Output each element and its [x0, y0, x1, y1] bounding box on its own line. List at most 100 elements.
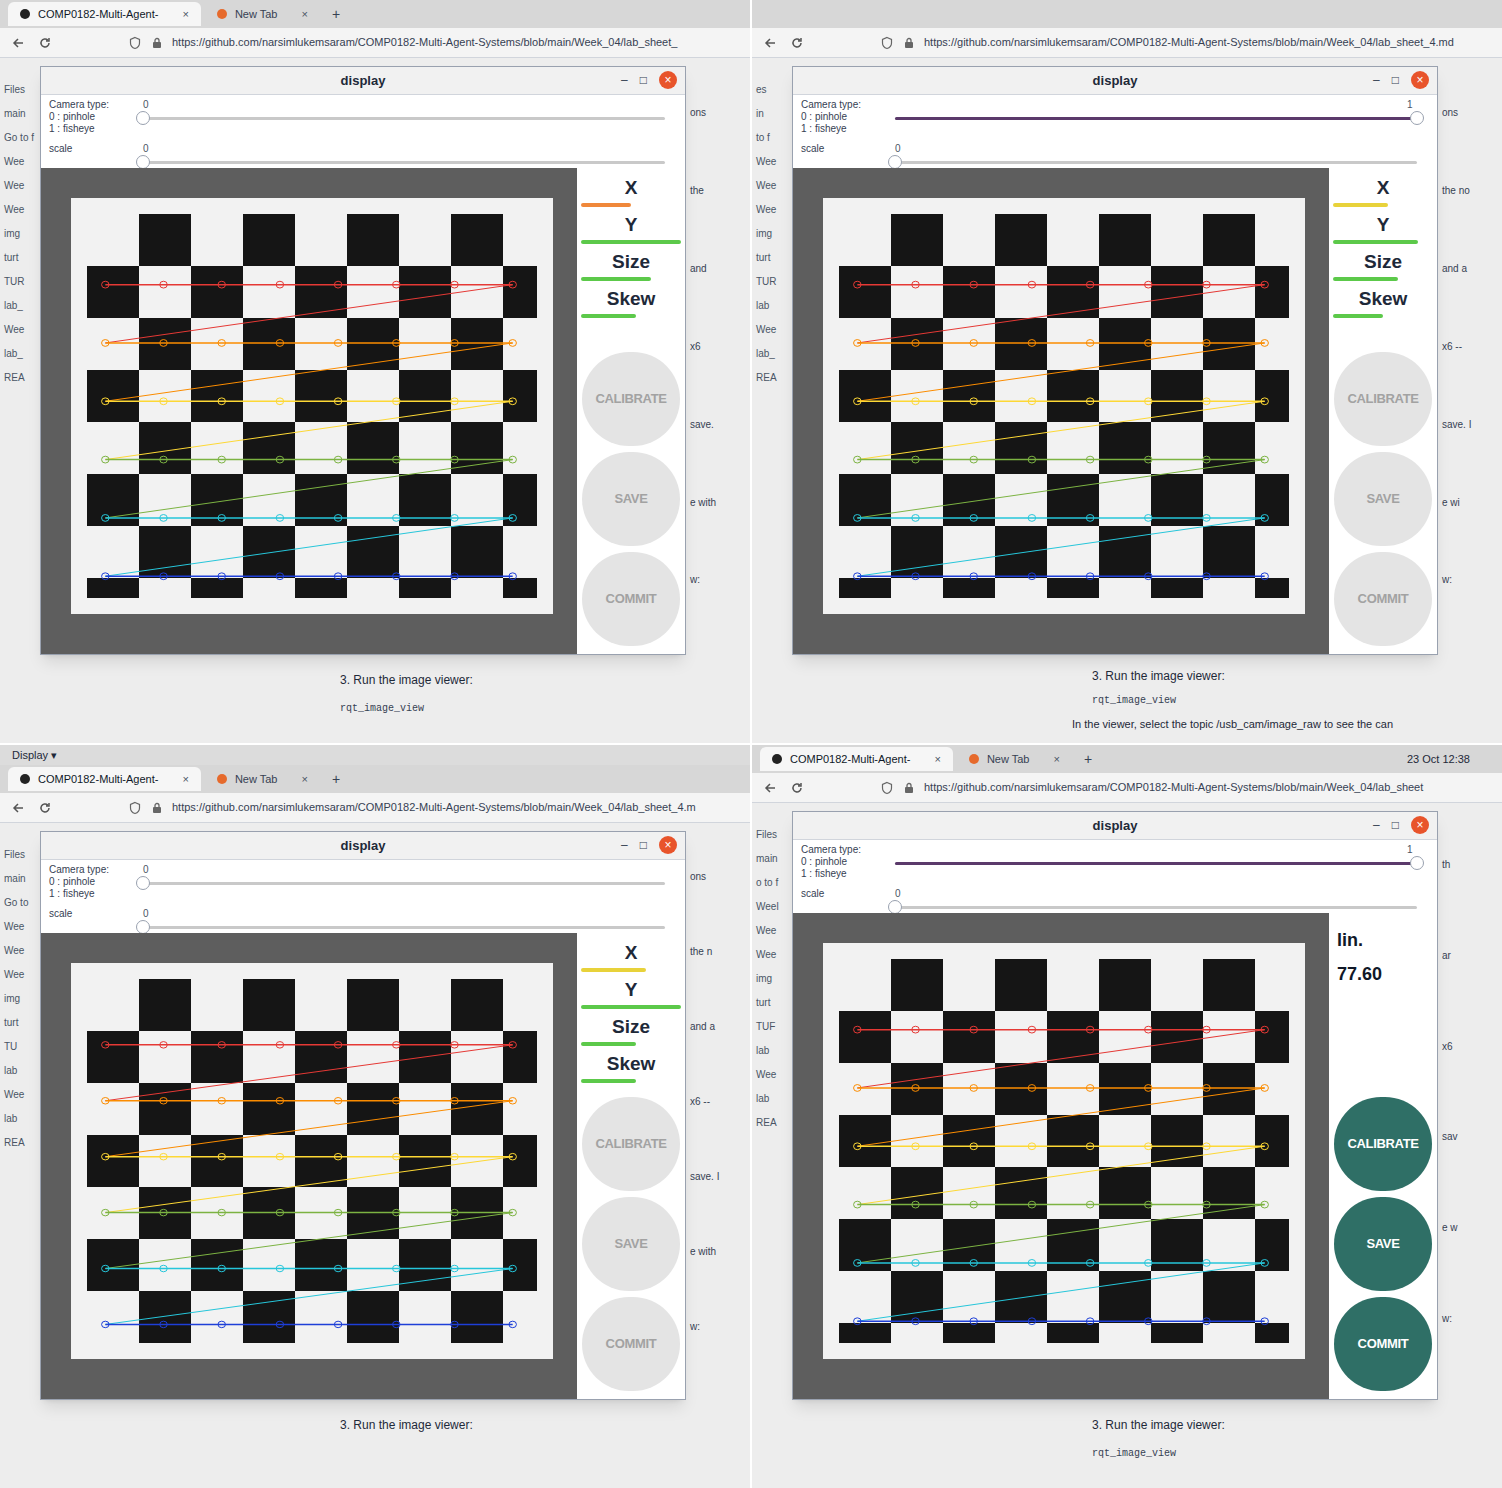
sidebar-item[interactable]: Weel [756, 899, 792, 914]
tab-close[interactable]: × [166, 6, 188, 23]
new-tab-button[interactable]: + [1076, 749, 1100, 770]
sidebar-item[interactable]: REA [756, 1115, 792, 1130]
sidebar-item[interactable]: main [4, 871, 40, 886]
sidebar-item[interactable]: Wee [4, 322, 40, 337]
slider-track[interactable] [895, 862, 1417, 865]
tab-close[interactable]: × [285, 6, 307, 23]
address-field[interactable]: https://github.com/narsimlukemsaram/COMP… [880, 779, 1423, 796]
sidebar-item[interactable]: Wee [4, 154, 40, 169]
sidebar-item[interactable]: turt [4, 250, 40, 265]
slider-knob[interactable] [1410, 111, 1424, 125]
slider-knob[interactable] [888, 900, 902, 914]
minimize-button[interactable]: – [1373, 71, 1380, 89]
reload-icon[interactable] [38, 36, 52, 50]
sidebar-item[interactable]: REA [4, 1135, 40, 1150]
sidebar-item[interactable]: Wee [4, 943, 40, 958]
sidebar-item[interactable]: Wee [756, 1067, 792, 1082]
sidebar-item[interactable]: Go to f [4, 130, 40, 145]
minimize-button[interactable]: – [1373, 816, 1380, 834]
sidebar-item[interactable]: img [756, 971, 792, 986]
sidebar-item[interactable]: lab [756, 1043, 792, 1058]
back-icon[interactable] [764, 36, 778, 50]
sidebar-item[interactable]: turt [756, 995, 792, 1010]
browser-tab[interactable]: New Tab× [205, 2, 320, 26]
shield-icon[interactable] [128, 36, 142, 50]
save-button[interactable]: SAVE [1334, 1197, 1432, 1291]
sidebar-item[interactable]: Wee [4, 202, 40, 217]
browser-tab[interactable]: COMP0182-Multi-Agent-× [760, 747, 953, 771]
slider-knob[interactable] [1410, 856, 1424, 870]
sidebar-item[interactable]: Wee [756, 154, 792, 169]
sidebar-item[interactable]: lab [756, 1091, 792, 1106]
sidebar-item[interactable]: Wee [756, 923, 792, 938]
sidebar-item[interactable]: Files [756, 827, 792, 842]
sidebar-item[interactable]: in [756, 106, 792, 121]
tab-close[interactable]: × [285, 771, 307, 788]
sidebar-item[interactable]: o to f [756, 875, 792, 890]
slider-track[interactable] [895, 161, 1417, 164]
browser-tab[interactable]: New Tab× [205, 767, 320, 791]
sidebar-item[interactable]: main [756, 851, 792, 866]
sidebar-item[interactable]: TUR [4, 274, 40, 289]
slider-knob[interactable] [888, 155, 902, 169]
browser-tab[interactable]: COMP0182-Multi-Agent-× [8, 2, 201, 26]
tab-close[interactable]: × [918, 751, 940, 768]
sidebar-item[interactable]: TU [4, 1039, 40, 1054]
sidebar-item[interactable]: to f [756, 130, 792, 145]
sidebar-item[interactable]: REA [4, 370, 40, 385]
slider-knob[interactable] [136, 876, 150, 890]
activities-label[interactable]: Display ▾ [12, 747, 57, 764]
minimize-button[interactable]: – [621, 71, 628, 89]
address-field[interactable]: https://github.com/narsimlukemsaram/COMP… [880, 34, 1454, 51]
sidebar-item[interactable]: Go to [4, 895, 40, 910]
maximize-button[interactable]: □ [1392, 71, 1399, 89]
sidebar-item[interactable]: es [756, 82, 792, 97]
sidebar-item[interactable]: img [4, 991, 40, 1006]
sidebar-item[interactable]: Wee [4, 919, 40, 934]
slider-knob[interactable] [136, 111, 150, 125]
close-button[interactable]: × [659, 836, 677, 854]
sidebar-item[interactable]: img [756, 226, 792, 241]
sidebar-item[interactable]: REA [756, 370, 792, 385]
sidebar-item[interactable]: Wee [4, 967, 40, 982]
close-button[interactable]: × [1411, 816, 1429, 834]
browser-tab[interactable]: COMP0182-Multi-Agent-× [8, 767, 201, 791]
slider-track[interactable] [143, 926, 665, 929]
slider-track[interactable] [895, 117, 1417, 120]
close-button[interactable]: × [1411, 71, 1429, 89]
sidebar-item[interactable]: TUF [756, 1019, 792, 1034]
slider-track[interactable] [895, 906, 1417, 909]
sidebar-item[interactable]: lab [756, 298, 792, 313]
sidebar-item[interactable]: Wee [756, 178, 792, 193]
maximize-button[interactable]: □ [1392, 816, 1399, 834]
reload-icon[interactable] [790, 781, 804, 795]
address-field[interactable]: https://github.com/narsimlukemsaram/COMP… [128, 799, 696, 816]
back-icon[interactable] [12, 36, 26, 50]
calibrate-button[interactable]: CALIBRATE [1334, 1097, 1432, 1191]
slider-track[interactable] [143, 882, 665, 885]
address-field[interactable]: https://github.com/narsimlukemsaram/COMP… [128, 34, 677, 51]
new-tab-button[interactable]: + [324, 769, 348, 790]
sidebar-item[interactable]: Wee [756, 947, 792, 962]
lock-icon[interactable] [902, 781, 916, 795]
sidebar-item[interactable]: Wee [756, 322, 792, 337]
shield-icon[interactable] [128, 801, 142, 815]
browser-tab[interactable]: New Tab× [957, 747, 1072, 771]
back-icon[interactable] [764, 781, 778, 795]
sidebar-item[interactable]: TUR [756, 274, 792, 289]
close-button[interactable]: × [659, 71, 677, 89]
commit-button[interactable]: COMMIT [1334, 1297, 1432, 1391]
maximize-button[interactable]: □ [640, 836, 647, 854]
tab-close[interactable]: × [166, 771, 188, 788]
lock-icon[interactable] [150, 36, 164, 50]
sidebar-item[interactable]: turt [4, 1015, 40, 1030]
sidebar-item[interactable]: turt [756, 250, 792, 265]
reload-icon[interactable] [38, 801, 52, 815]
shield-icon[interactable] [880, 781, 894, 795]
slider-knob[interactable] [136, 920, 150, 934]
sidebar-item[interactable]: lab [4, 1111, 40, 1126]
slider-track[interactable] [143, 161, 665, 164]
sidebar-item[interactable]: main [4, 106, 40, 121]
sidebar-item[interactable]: Files [4, 82, 40, 97]
sidebar-item[interactable]: Wee [756, 202, 792, 217]
